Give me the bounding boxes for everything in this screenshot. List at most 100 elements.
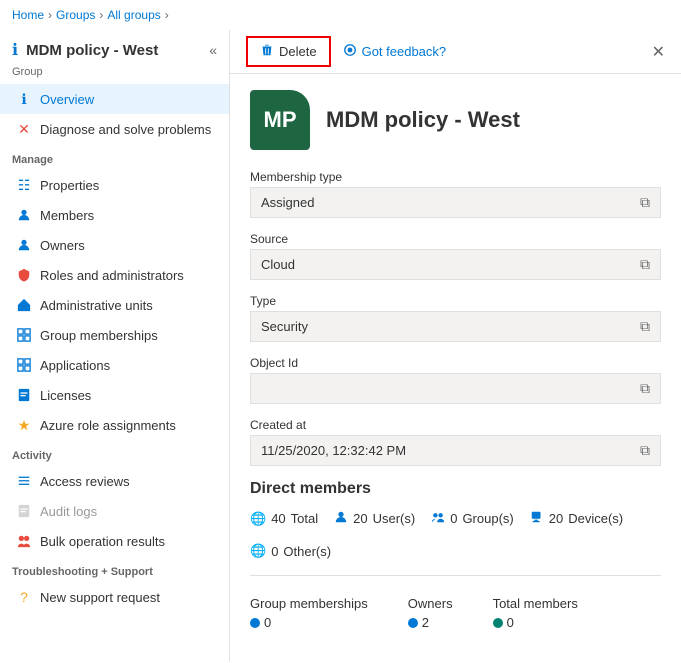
feedback-button[interactable]: Got feedback?	[343, 43, 447, 60]
close-button[interactable]: ✕	[652, 42, 665, 62]
copy-created-at[interactable]: ⧉	[640, 442, 650, 459]
field-label-membership-type: Membership type	[250, 170, 661, 184]
summary-col-total-members: Total members 0	[493, 596, 578, 630]
group-memberships-icon	[16, 327, 32, 343]
field-membership-type: Membership type Assigned ⧉	[250, 170, 661, 218]
sidebar-item-access-reviews[interactable]: Access reviews	[0, 466, 229, 496]
sidebar-item-members[interactable]: Members	[0, 200, 229, 230]
summary-col-total-members-header: Total members	[493, 596, 578, 611]
delete-icon	[260, 43, 274, 60]
delete-label: Delete	[279, 44, 317, 59]
summary-col-group-memberships-header: Group memberships	[250, 596, 368, 611]
overview-icon: ℹ	[16, 91, 32, 107]
properties-icon: ☷	[16, 177, 32, 193]
dot-total-members	[493, 618, 503, 628]
content-area: MP MDM policy - West Membership type Ass…	[230, 74, 681, 661]
field-object-id: Object Id ⧉	[250, 356, 661, 404]
sidebar-item-group-memberships[interactable]: Group memberships	[0, 320, 229, 350]
dot-group-memberships	[250, 618, 260, 628]
applications-icon	[16, 357, 32, 373]
sidebar-item-audit-logs[interactable]: Audit logs	[0, 496, 229, 526]
stat-devices: 20 Device(s)	[530, 510, 623, 527]
stat-total-label: Total	[291, 511, 318, 526]
bulk-ops-icon	[16, 533, 32, 549]
licenses-icon	[16, 387, 32, 403]
collapse-button[interactable]: «	[209, 42, 217, 58]
field-label-type: Type	[250, 294, 661, 308]
copy-type[interactable]: ⧉	[640, 318, 650, 335]
delete-button[interactable]: Delete	[246, 36, 331, 67]
stat-total: 🌐 40 Total	[250, 511, 318, 527]
sidebar-item-overview[interactable]: ℹ Overview	[0, 84, 229, 114]
globe-icon-others: 🌐	[250, 543, 266, 559]
sidebar-item-members-label: Members	[40, 208, 94, 223]
diagnose-icon: ✕	[16, 121, 32, 137]
summary-col-total-members-value: 0	[493, 615, 578, 630]
section-troubleshooting: Troubleshooting + Support	[0, 556, 229, 582]
members-icon	[16, 207, 32, 223]
summary-col-owners-header: Owners	[408, 596, 453, 611]
sidebar-item-roles[interactable]: Roles and administrators	[0, 260, 229, 290]
sidebar-item-new-support[interactable]: ? New support request	[0, 582, 229, 612]
members-stats: 🌐 40 Total 20 User(s) 0 Group(s)	[250, 510, 661, 559]
sidebar-header: ℹ MDM policy - West «	[0, 30, 229, 66]
sidebar-title: MDM policy - West	[26, 42, 158, 59]
breadcrumb-sep-1: ›	[48, 8, 52, 22]
entity-name: MDM policy - West	[326, 107, 520, 133]
stat-groups-label: Group(s)	[462, 511, 513, 526]
copy-object-id[interactable]: ⧉	[640, 380, 650, 397]
field-value-object-id: ⧉	[250, 373, 661, 404]
sidebar-item-audit-logs-label: Audit logs	[40, 504, 97, 519]
sidebar-item-applications-label: Applications	[40, 358, 110, 373]
field-value-source: Cloud ⧉	[250, 249, 661, 280]
sidebar-item-owners[interactable]: Owners	[0, 230, 229, 260]
sidebar-item-licenses-label: Licenses	[40, 388, 91, 403]
breadcrumb-all-groups[interactable]: All groups	[107, 8, 160, 22]
main-content: Delete Got feedback? ✕ MP MDM policy - W…	[230, 30, 681, 661]
sidebar-item-bulk-ops[interactable]: Bulk operation results	[0, 526, 229, 556]
toolbar: Delete Got feedback? ✕	[230, 30, 681, 74]
audit-logs-icon	[16, 503, 32, 519]
feedback-label: Got feedback?	[362, 44, 447, 59]
entity-avatar: MP	[250, 90, 310, 150]
summary-col-group-memberships: Group memberships 0	[250, 596, 368, 630]
summary-table: Group memberships 0 Owners 2	[250, 596, 661, 630]
field-created-at: Created at 11/25/2020, 12:32:42 PM ⧉	[250, 418, 661, 466]
sidebar-item-azure-roles[interactable]: ★ Azure role assignments	[0, 410, 229, 440]
access-reviews-icon	[16, 473, 32, 489]
admin-units-icon	[16, 297, 32, 313]
user-icon-stat	[334, 510, 348, 527]
sidebar-item-overview-label: Overview	[40, 92, 94, 107]
breadcrumb-groups[interactable]: Groups	[56, 8, 95, 22]
sidebar-item-bulk-ops-label: Bulk operation results	[40, 534, 165, 549]
breadcrumb-home[interactable]: Home	[12, 8, 44, 22]
sidebar-item-applications[interactable]: Applications	[0, 350, 229, 380]
stat-users-count: 20	[353, 511, 367, 526]
dot-owners	[408, 618, 418, 628]
stat-users: 20 User(s)	[334, 510, 415, 527]
sidebar-item-properties[interactable]: ☷ Properties	[0, 170, 229, 200]
roles-icon	[16, 267, 32, 283]
summary-section: Group memberships 0 Owners 2	[250, 575, 661, 630]
field-value-membership-type: Assigned ⧉	[250, 187, 661, 218]
owners-icon	[16, 237, 32, 253]
sidebar-item-group-memberships-label: Group memberships	[40, 328, 158, 343]
sidebar-item-licenses[interactable]: Licenses	[0, 380, 229, 410]
device-icon-stat	[530, 510, 544, 527]
stat-devices-label: Device(s)	[568, 511, 623, 526]
copy-source[interactable]: ⧉	[640, 256, 650, 273]
group-icon-stat	[431, 510, 445, 527]
copy-membership-type[interactable]: ⧉	[640, 194, 650, 211]
sidebar-item-admin-units[interactable]: Administrative units	[0, 290, 229, 320]
stat-groups: 0 Group(s)	[431, 510, 514, 527]
sidebar-item-admin-units-label: Administrative units	[40, 298, 153, 313]
sidebar-item-properties-label: Properties	[40, 178, 99, 193]
stat-devices-count: 20	[549, 511, 563, 526]
sidebar-item-new-support-label: New support request	[40, 590, 160, 605]
section-activity: Activity	[0, 440, 229, 466]
azure-roles-icon: ★	[16, 417, 32, 433]
field-source: Source Cloud ⧉	[250, 232, 661, 280]
globe-icon-total: 🌐	[250, 511, 266, 527]
stat-others-label: Other(s)	[283, 544, 331, 559]
sidebar-item-diagnose[interactable]: ✕ Diagnose and solve problems	[0, 114, 229, 144]
